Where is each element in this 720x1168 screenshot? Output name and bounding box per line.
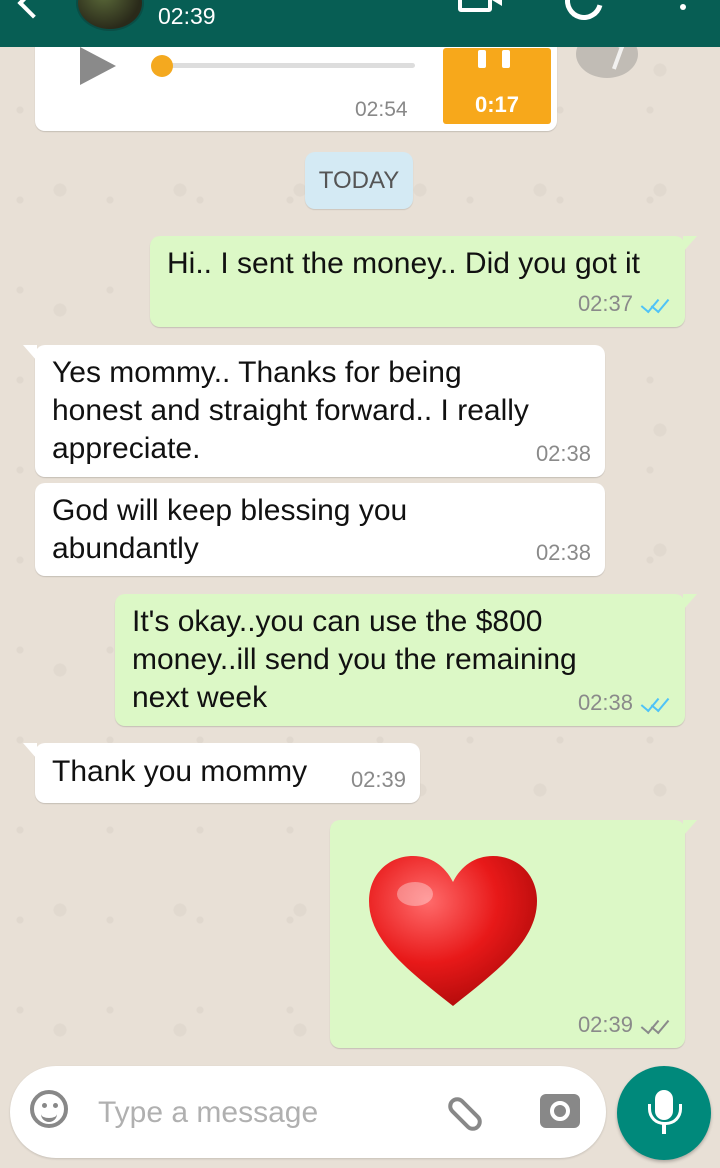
message-time: 02:38 [577,690,633,715]
camera-icon[interactable] [540,1094,580,1128]
message-text: It's okay..you can use the $800 money..i… [132,605,577,714]
message-time: 02:39 [577,1012,633,1037]
incoming-message[interactable]: Yes mommy.. Thanks for being honest and … [23,345,605,477]
message-time: 02:38 [535,441,591,466]
message-text: Hi.. I sent the money.. Did you got it [167,247,640,280]
outgoing-message[interactable]: Hi.. I sent the money.. Did you got it 0… [150,236,697,327]
message-time: 02:38 [535,540,591,565]
microphone-icon [648,1090,682,1125]
voice-call-icon[interactable] [558,0,610,27]
incoming-message[interactable]: Thank you mommy 02:39 [23,743,420,803]
message-time: 02:54 [355,98,408,121]
incoming-message[interactable]: God will keep blessing you abundantly 02… [35,483,605,576]
voice-record-button[interactable] [617,1066,711,1160]
red-heart-emoji [369,856,537,1006]
outgoing-sticker-message[interactable]: 02:39 [330,820,697,1048]
read-double-check-icon [639,295,671,313]
read-double-check-icon [639,694,671,712]
chat-header: 02:39 [0,0,720,47]
audio-progress-track[interactable] [159,63,415,68]
message-time: 02:39 [350,767,406,792]
delivered-double-check-icon [639,1016,671,1034]
message-text: Yes mommy.. Thanks for being honest and … [52,356,529,465]
voice-duration: 0:17 [474,92,520,117]
message-text: Thank you mommy [52,755,308,788]
paperclip-icon[interactable] [444,1093,486,1135]
date-separator: TODAY [305,152,413,209]
header-status-time: 02:39 [158,3,216,29]
emoji-icon[interactable] [30,1090,68,1128]
outgoing-message[interactable]: It's okay..you can use the $800 money..i… [115,594,697,726]
headphones-icon [478,50,510,68]
message-composer [10,1066,606,1158]
audio-seek-handle[interactable] [151,55,173,77]
voice-duration-badge: 0:17 [443,48,551,124]
message-input[interactable] [96,1086,430,1140]
message-time: 02:37 [577,291,633,316]
play-icon[interactable] [80,47,116,85]
message-text: God will keep blessing you abundantly [52,494,408,565]
video-call-icon[interactable] [458,0,502,12]
back-arrow-icon[interactable] [17,0,49,19]
contact-avatar[interactable] [76,0,144,31]
